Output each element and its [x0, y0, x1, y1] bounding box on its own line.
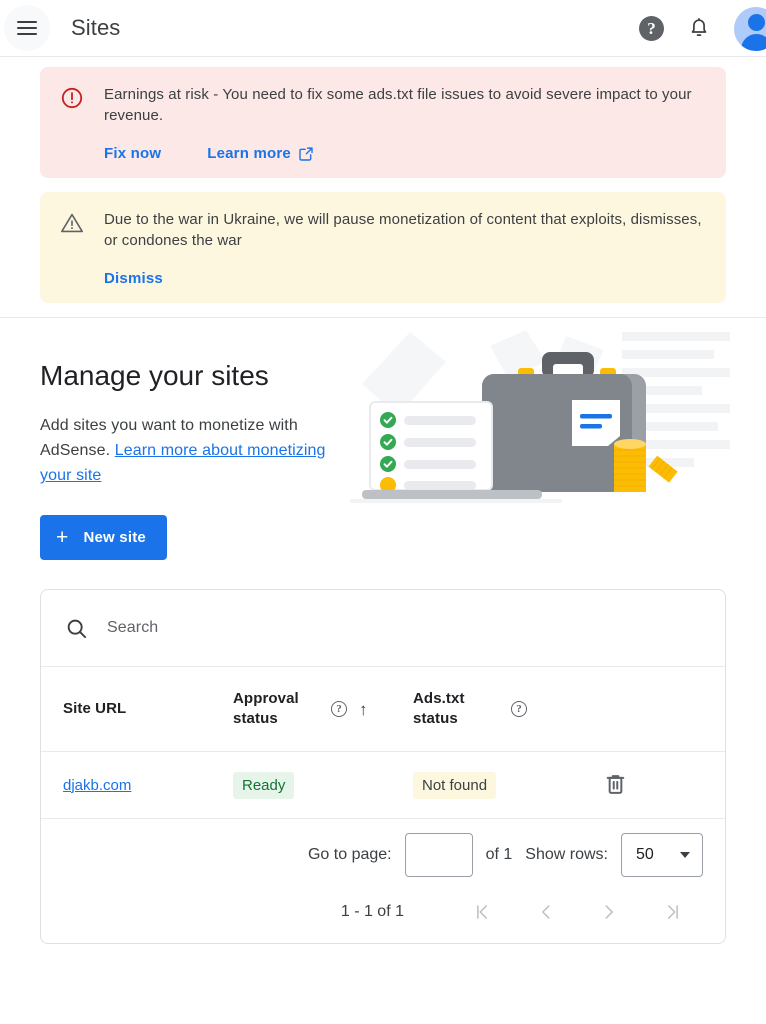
banner-actions: Fix now Learn more	[104, 145, 706, 162]
learn-more-label: Learn more	[207, 145, 291, 162]
plus-icon: +	[56, 526, 69, 549]
app-header: Sites ?	[0, 0, 766, 57]
avatar[interactable]	[734, 6, 766, 51]
fix-now-link[interactable]: Fix now	[104, 145, 161, 162]
cell-approval-status: Ready	[233, 751, 413, 818]
status-badge-ads-txt: Not found	[413, 771, 497, 799]
learn-more-link[interactable]: Learn more	[207, 145, 314, 162]
arrow-up-icon[interactable]: ↑	[359, 701, 368, 718]
show-rows-label: Show rows:	[525, 846, 608, 863]
cell-actions	[603, 751, 725, 818]
column-ads-txt-status-label: Ads.txt status	[413, 690, 465, 727]
new-site-label: New site	[83, 529, 146, 546]
fix-now-label: Fix now	[104, 145, 162, 162]
column-approval-status[interactable]: Approval status ? ↑	[233, 667, 413, 752]
column-approval-status-label: Approval status	[233, 690, 299, 727]
page-title: Sites	[71, 15, 121, 40]
new-site-toolbar: + New site	[0, 515, 766, 560]
go-to-page-input[interactable]	[404, 833, 473, 877]
dismiss-label: Dismiss	[104, 270, 163, 287]
next-page-icon[interactable]	[577, 899, 640, 925]
first-page-icon[interactable]	[451, 899, 514, 925]
cell-ads-txt-status: Not found	[413, 751, 603, 818]
page-count-label: of 1	[485, 846, 513, 863]
search-input[interactable]: Search	[107, 619, 158, 637]
status-badge-approval: Ready	[233, 771, 295, 799]
notification-banners: Earnings at risk - You need to fix some …	[0, 57, 766, 303]
dismiss-link[interactable]: Dismiss	[104, 270, 163, 287]
external-link-icon	[299, 146, 313, 161]
briefcase-laptop-coins-illustration	[350, 324, 750, 509]
last-page-icon[interactable]	[640, 899, 703, 925]
pagination-range-label: 1 - 1 of 1	[340, 903, 404, 920]
banner-actions: Dismiss	[104, 270, 706, 287]
hero-description: Add sites you want to monetize with AdSe…	[40, 413, 352, 488]
table-row: djakb.com Ready Not found	[41, 751, 725, 818]
hero-title: Manage your sites	[40, 360, 269, 391]
header-actions: ?	[639, 0, 766, 57]
table-body: djakb.com Ready Not found	[41, 751, 725, 818]
banner-message: Due to the war in Ukraine, we will pause…	[104, 211, 702, 249]
cell-site-url: djakb.com	[41, 751, 233, 818]
notifications-bell-icon[interactable]	[687, 17, 711, 41]
go-to-page-label: Go to page:	[307, 846, 392, 863]
error-circle-icon	[60, 84, 84, 162]
hamburger-menu-icon[interactable]	[4, 5, 50, 51]
sites-table: Site URL Approval status ? ↑ Ads.txt sta…	[41, 667, 725, 818]
help-icon[interactable]: ?	[639, 16, 664, 41]
sites-page: Sites ? Earnings at risk - You need to f…	[0, 0, 766, 1024]
sites-table-card: Search Site URL Approval status ? ↑ Ads.…	[40, 589, 726, 944]
table-pagination: Go to page: of 1 Show rows: 50 1 - 1 of …	[41, 818, 725, 943]
pagination-controls-row: Go to page: of 1 Show rows: 50	[63, 833, 703, 877]
column-ads-txt-status[interactable]: Ads.txt status ?	[413, 667, 603, 752]
pagination-nav-row: 1 - 1 of 1	[63, 899, 703, 925]
table-header: Site URL Approval status ? ↑ Ads.txt sta…	[41, 667, 725, 752]
chevron-down-icon	[680, 852, 690, 858]
column-site-url-label: Site URL	[63, 700, 127, 717]
banner-message: Earnings at risk - You need to fix some …	[104, 86, 692, 124]
warning-triangle-icon	[60, 209, 84, 287]
trash-icon[interactable]	[603, 771, 628, 799]
manage-sites-hero: Manage your sites Add sites you want to …	[0, 318, 766, 513]
ukraine-war-banner: Due to the war in Ukraine, we will pause…	[40, 192, 726, 303]
search-icon	[67, 619, 87, 638]
column-actions	[603, 667, 725, 752]
search-bar[interactable]: Search	[41, 590, 725, 667]
rows-per-page-select[interactable]: 50	[621, 833, 703, 877]
site-url-link[interactable]: djakb.com	[63, 777, 131, 794]
rows-per-page-value: 50	[636, 846, 654, 863]
help-circle-icon[interactable]: ?	[511, 701, 527, 717]
new-site-button[interactable]: + New site	[40, 515, 167, 560]
column-site-url[interactable]: Site URL	[41, 667, 233, 752]
table-header-row: Site URL Approval status ? ↑ Ads.txt sta…	[41, 667, 725, 752]
previous-page-icon[interactable]	[514, 899, 577, 925]
earnings-at-risk-banner: Earnings at risk - You need to fix some …	[40, 67, 726, 178]
help-circle-icon[interactable]: ?	[331, 701, 347, 717]
